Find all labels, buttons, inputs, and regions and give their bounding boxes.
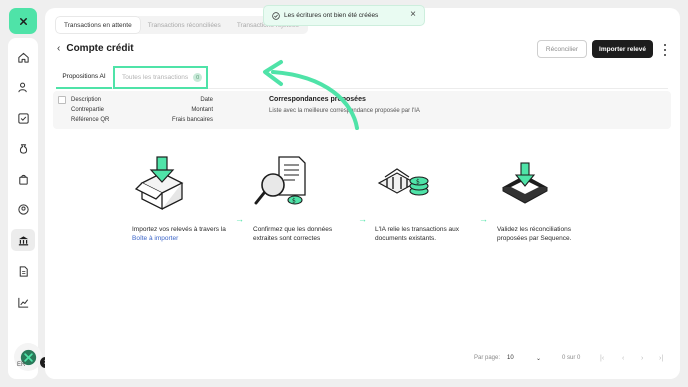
bank-coins-icon: $ [377, 168, 429, 196]
step-arrow-icon: → [235, 214, 244, 224]
user-initials: ER [17, 362, 26, 368]
step-ai-link-text: L'IA relie les transactions aux document… [375, 225, 473, 243]
page-header: ‹ Compte crédit [57, 43, 134, 54]
success-toast: Les écritures ont bien été créées × [263, 5, 425, 26]
checkbox-icon [17, 112, 29, 124]
column-group-right: Date Montant Frais bancaires [163, 95, 213, 125]
page-range: 0 sur 0 [562, 355, 581, 361]
chevron-down-icon: ⌄ [535, 355, 541, 362]
import-box-link[interactable]: Boîte à importer [132, 234, 228, 244]
per-page-value: 10 [507, 355, 514, 361]
sidebar-item-clients[interactable] [11, 198, 35, 220]
bank-icon [18, 235, 28, 245]
users-icon [17, 82, 27, 92]
first-page-icon[interactable]: |‹ [600, 355, 604, 362]
annotation-arrow-icon [263, 60, 359, 130]
home-icon [17, 52, 29, 63]
validate-tray-icon [502, 162, 548, 204]
money-bag-icon [19, 143, 27, 154]
step-verify: $ [253, 155, 313, 216]
column-date[interactable]: Date [163, 95, 213, 105]
column-counterparty[interactable]: Contrepartie [71, 105, 109, 115]
app-logo[interactable] [9, 8, 37, 34]
sequence-logo-icon [19, 17, 27, 25]
column-bank-fees[interactable]: Frais bancaires [163, 115, 213, 125]
step-verify-text: Confirmez que les données extraites sont… [253, 225, 353, 243]
tab-reconciled[interactable]: Transactions réconciliées [140, 17, 229, 33]
sidebar-item-contacts[interactable] [11, 76, 35, 98]
svg-text:$: $ [292, 198, 296, 205]
step-ai-link-description: L'IA relie les transactions aux document… [375, 226, 459, 242]
shopping-bag-icon [18, 174, 28, 185]
svg-text:$: $ [416, 179, 420, 186]
check-circle-icon [272, 11, 280, 20]
step-validate-text: Validez les réconciliations proposées pa… [497, 225, 597, 243]
tab-all-transactions-label: Toutes les transactions [122, 74, 189, 81]
reconcile-button[interactable]: Réconcilier [537, 40, 587, 58]
last-page-icon[interactable]: ›| [659, 355, 663, 362]
per-page-label: Par page: [474, 355, 501, 361]
sidebar-item-payments[interactable] [11, 137, 35, 159]
column-description[interactable]: Description [71, 95, 109, 105]
chart-line-icon [17, 297, 28, 308]
sidebar-item-bank[interactable] [11, 229, 35, 251]
back-chevron-icon[interactable]: ‹ [57, 43, 60, 54]
sidebar-item-documents[interactable] [11, 260, 35, 282]
step-arrow-icon: → [358, 214, 367, 224]
select-all-checkbox[interactable] [58, 96, 66, 104]
tab-pending[interactable]: Transactions en attente [56, 17, 140, 33]
column-qr-reference[interactable]: Référence QR [71, 115, 109, 125]
column-group-left: Description Contrepartie Référence QR [71, 95, 109, 125]
tab-ai-proposals[interactable]: Propositions AI [56, 65, 112, 89]
next-page-icon[interactable]: › [641, 355, 643, 362]
sidebar [8, 8, 38, 379]
sidebar-item-tasks[interactable] [11, 107, 35, 129]
step-import-description: Importez vos relevés à travers la [132, 226, 226, 233]
per-page-select[interactable]: 10 ⌄ [505, 351, 543, 365]
step-validate-description: Validez les réconciliations proposées pa… [497, 226, 572, 242]
magnifier-document-icon: $ [254, 156, 306, 205]
step-validate [497, 155, 557, 216]
document-icon [19, 265, 28, 277]
import-statement-button[interactable]: Importer relevé [592, 40, 653, 58]
step-import [132, 155, 192, 216]
sidebar-panel [8, 38, 38, 379]
prev-page-icon[interactable]: ‹ [622, 355, 624, 362]
more-options-icon[interactable] [663, 44, 667, 56]
page-title: Compte crédit [66, 43, 134, 54]
column-amount[interactable]: Montant [163, 105, 213, 115]
user-circle-icon [17, 203, 29, 215]
step-arrow-icon: → [479, 214, 488, 224]
sidebar-item-reports[interactable] [11, 291, 35, 313]
main-panel: Transactions en attente Transactions réc… [45, 8, 680, 379]
sidebar-item-home[interactable] [11, 46, 35, 68]
step-verify-description: Confirmez que les données extraites sont… [253, 226, 333, 242]
box-download-icon [134, 156, 184, 211]
sidebar-item-purchases[interactable] [11, 168, 35, 190]
transactions-count-badge: 0 [193, 73, 203, 82]
close-icon[interactable]: × [410, 9, 416, 20]
step-import-text: Importez vos relevés à travers la Boîte … [132, 225, 228, 244]
toast-message: Les écritures ont bien été créées [284, 12, 379, 19]
tab-all-transactions[interactable]: Toutes les transactions 0 [113, 66, 208, 89]
step-ai-link: $ [375, 155, 435, 216]
